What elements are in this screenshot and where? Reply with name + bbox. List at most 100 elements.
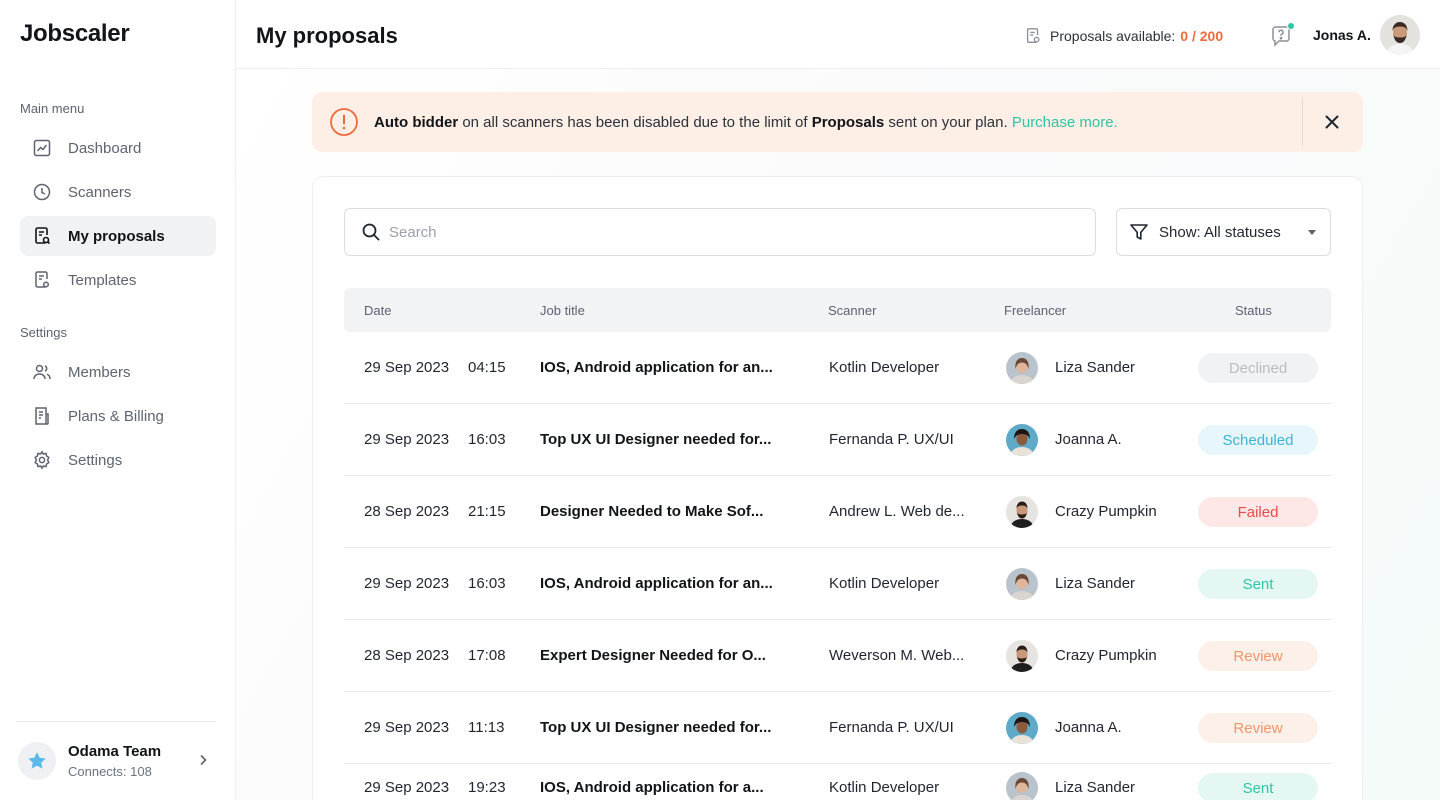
row-scanner: Kotlin Developer [829,359,940,376]
sidebar-item-label: Dashboard [68,139,142,157]
user-name[interactable]: Jonas A. [1313,27,1371,43]
table-header: Date Job title Scanner Freelancer Status [344,288,1331,332]
team-name: Odama Team [68,743,162,760]
status-badge: Sent [1198,773,1318,800]
top-header: My proposals Proposals available: 0 / 20… [236,0,1440,69]
sidebar-item-templates[interactable]: Templates [20,260,216,300]
template-icon [32,270,52,290]
status-badge: Review [1198,713,1318,743]
status-filter-dropdown[interactable]: Show: All statuses [1116,208,1331,256]
status-badge: Scheduled [1198,425,1318,455]
table-row[interactable]: 29 Sep 2023 16:03 Top UX UI Designer neede… [344,404,1331,476]
sidebar-item-label: Settings [68,451,123,469]
row-scanner: Kotlin Developer [829,779,940,796]
row-job-title[interactable]: Designer Needed to Make Sof... [540,503,763,520]
row-job-title[interactable]: IOS, Android application for an... [540,575,773,592]
alert-divider [1302,98,1303,146]
warning-icon [330,108,358,136]
table-row[interactable]: 29 Sep 2023 04:15 IOS, Android application… [344,332,1331,404]
proposal-icon [1026,28,1040,43]
row-freelancer: Crazy Pumpkin [1055,647,1157,664]
row-date: 28 Sep 2023 [364,647,450,664]
settings-label: Settings [20,325,67,340]
sidebar-item-members[interactable]: Members [20,352,216,392]
column-header-job-title[interactable]: Job title [540,303,585,318]
user-avatar[interactable] [1380,15,1420,55]
sidebar-item-label: Scanners [68,183,132,201]
team-connects: Connects: 108 [68,764,152,779]
close-icon[interactable] [1322,112,1342,132]
sidebar-item-my-proposals[interactable]: My proposals [20,216,216,256]
row-job-title[interactable]: Top UX UI Designer needed for... [540,431,771,448]
star-icon [18,742,56,780]
alert-message: Auto bidder on all scanners has been dis… [374,114,1118,131]
filter-label: Show: All statuses [1159,223,1281,241]
column-header-freelancer[interactable]: Freelancer [1004,303,1066,318]
auto-bidder-alert: Auto bidder on all scanners has been dis… [312,92,1363,152]
alert-text-part: sent on your plan. [884,114,1012,131]
alert-text-part: on all scanners has been disabled due to… [458,114,812,131]
team-switcher[interactable]: Odama Team Connects: 108 [16,721,215,800]
table-row[interactable]: 28 Sep 2023 21:15 Designer Needed to Make … [344,476,1331,548]
proposals-label: Proposals available: [1050,28,1176,44]
row-date: 29 Sep 2023 [364,431,450,448]
table-row[interactable]: 28 Sep 2023 17:08 Expert Designer Needed f… [344,620,1331,692]
row-job-title[interactable]: Expert Designer Needed for O... [540,647,766,664]
row-scanner: Kotlin Developer [829,575,940,592]
row-scanner: Fernanda P. UX/UI [829,431,954,448]
row-freelancer: Joanna A. [1055,719,1122,736]
row-job-title[interactable]: IOS, Android application for a... [540,779,764,796]
column-header-status[interactable]: Status [1235,303,1272,318]
proposals-card: Show: All statuses Date Job title Scanne… [312,176,1363,800]
row-freelancer: Crazy Pumpkin [1055,503,1157,520]
row-time: 21:15 [468,503,506,520]
row-date: 29 Sep 2023 [364,779,450,796]
row-freelancer: Joanna A. [1055,431,1122,448]
table-row[interactable]: 29 Sep 2023 11:13 Top UX UI Designer neede… [344,692,1331,764]
column-header-scanner[interactable]: Scanner [828,303,876,318]
row-job-title[interactable]: IOS, Android application for an... [540,359,773,376]
clock-icon [32,182,52,202]
search-box[interactable] [344,208,1096,256]
proposal-icon [32,226,52,246]
alert-strong-auto-bidder: Auto bidder [374,114,459,131]
status-badge: Failed [1198,497,1318,527]
main-menu-label: Main menu [20,101,85,116]
freelancer-avatar [1006,772,1038,800]
sidebar-item-plans-billing[interactable]: Plans & Billing [20,396,216,436]
search-input[interactable] [389,223,1069,241]
row-job-title[interactable]: Top UX UI Designer needed for... [540,719,771,736]
freelancer-avatar [1006,352,1038,384]
purchase-more-link[interactable]: Purchase more. [1012,114,1118,131]
row-date: 28 Sep 2023 [364,503,450,520]
row-time: 04:15 [468,359,506,376]
status-badge: Declined [1198,353,1318,383]
freelancer-avatar [1006,496,1038,528]
column-header-date[interactable]: Date [364,303,391,318]
freelancer-avatar [1006,568,1038,600]
row-freelancer: Liza Sander [1055,359,1136,376]
freelancer-avatar [1006,712,1038,744]
gear-icon [32,450,52,470]
sidebar-item-scanners[interactable]: Scanners [20,172,216,212]
billing-icon [32,406,52,426]
search-icon [362,223,380,241]
sidebar-item-label: Templates [68,271,137,289]
sidebar-item-dashboard[interactable]: Dashboard [20,128,216,168]
table-row[interactable]: 29 Sep 2023 16:03 IOS, Android application… [344,548,1331,620]
sidebar-item-label: My proposals [68,227,165,245]
app-logo[interactable]: Jobscaler [20,20,130,48]
help-button[interactable] [1269,22,1295,48]
row-time: 16:03 [468,575,506,592]
freelancer-avatar [1006,424,1038,456]
chevron-right-icon[interactable] [195,752,211,768]
table-row[interactable]: 29 Sep 2023 19:23 IOS, Android application… [344,764,1331,800]
main-content: Auto bidder on all scanners has been dis… [236,69,1440,800]
row-freelancer: Liza Sander [1055,575,1136,592]
row-time: 11:13 [468,719,505,736]
sidebar-item-settings[interactable]: Settings [20,440,216,480]
row-time: 19:23 [468,779,506,796]
status-badge: Review [1198,641,1318,671]
sidebar-item-label: Plans & Billing [68,407,164,425]
row-scanner: Weverson M. Web... [829,647,965,664]
